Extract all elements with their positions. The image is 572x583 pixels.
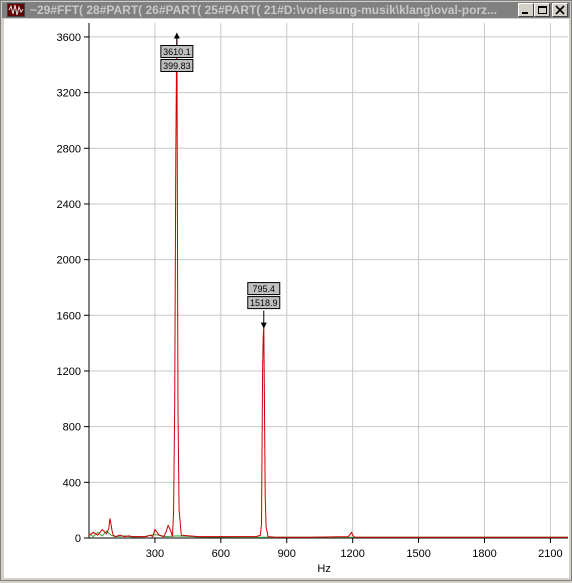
- x-tick-label: 1500: [406, 548, 430, 560]
- fft-window: ~29#FFT( 28#PART( 26#PART( 25#PART( 21#D…: [0, 0, 572, 581]
- close-icon: [555, 5, 565, 15]
- spectrum-series-line: [88, 35, 568, 538]
- peak-arrow-head: [173, 32, 180, 39]
- y-tick-label: 2000: [57, 255, 81, 267]
- close-button[interactable]: [552, 3, 568, 17]
- y-tick-label: 3200: [57, 88, 81, 100]
- plot-area[interactable]: 0 400 800 1200 1600 2000 2400 2800 3200 3600 300 60…: [4, 19, 569, 578]
- spectrum-chart: 0 400 800 1200 1600 2000 2400 2800 3200 3600 300 60…: [57, 23, 568, 575]
- peak-arrow-head: [260, 322, 267, 329]
- minimize-icon: [522, 12, 528, 14]
- minimize-button[interactable]: [518, 3, 534, 17]
- y-tick-label: 2400: [57, 199, 81, 211]
- peak-label-text: 795.4: [253, 284, 276, 294]
- x-tick-label: 1200: [340, 548, 364, 560]
- x-tick-label: 300: [146, 548, 164, 560]
- y-tick-label: 1600: [57, 310, 81, 322]
- peak-label-text: 399.83: [163, 61, 191, 71]
- y-tick-label: 2800: [57, 143, 81, 155]
- x-tick-label: 600: [212, 548, 230, 560]
- window-title: ~29#FFT( 28#PART( 26#PART( 25#PART( 21#D…: [30, 3, 498, 17]
- waveform-app-icon[interactable]: [7, 3, 25, 17]
- x-axis-label: Hz: [317, 563, 330, 575]
- title-bar[interactable]: ~29#FFT( 28#PART( 26#PART( 25#PART( 21#D…: [2, 2, 570, 18]
- x-tick-label: 2100: [538, 548, 562, 560]
- y-tick-label: 800: [63, 422, 81, 434]
- x-tick-label: 900: [278, 548, 296, 560]
- y-tick-label: 3600: [57, 32, 81, 44]
- y-tick-label: 1200: [57, 366, 81, 378]
- maximize-button[interactable]: [534, 3, 550, 17]
- secondary-series-line: [88, 530, 568, 538]
- peak-label-text: 1518.9: [250, 298, 278, 308]
- y-tick-label: 0: [75, 533, 81, 545]
- x-tick-label: 1800: [472, 548, 496, 560]
- y-tick-label: 400: [63, 477, 81, 489]
- peak-label-text: 3610.1: [163, 47, 191, 57]
- maximize-icon: [538, 6, 547, 14]
